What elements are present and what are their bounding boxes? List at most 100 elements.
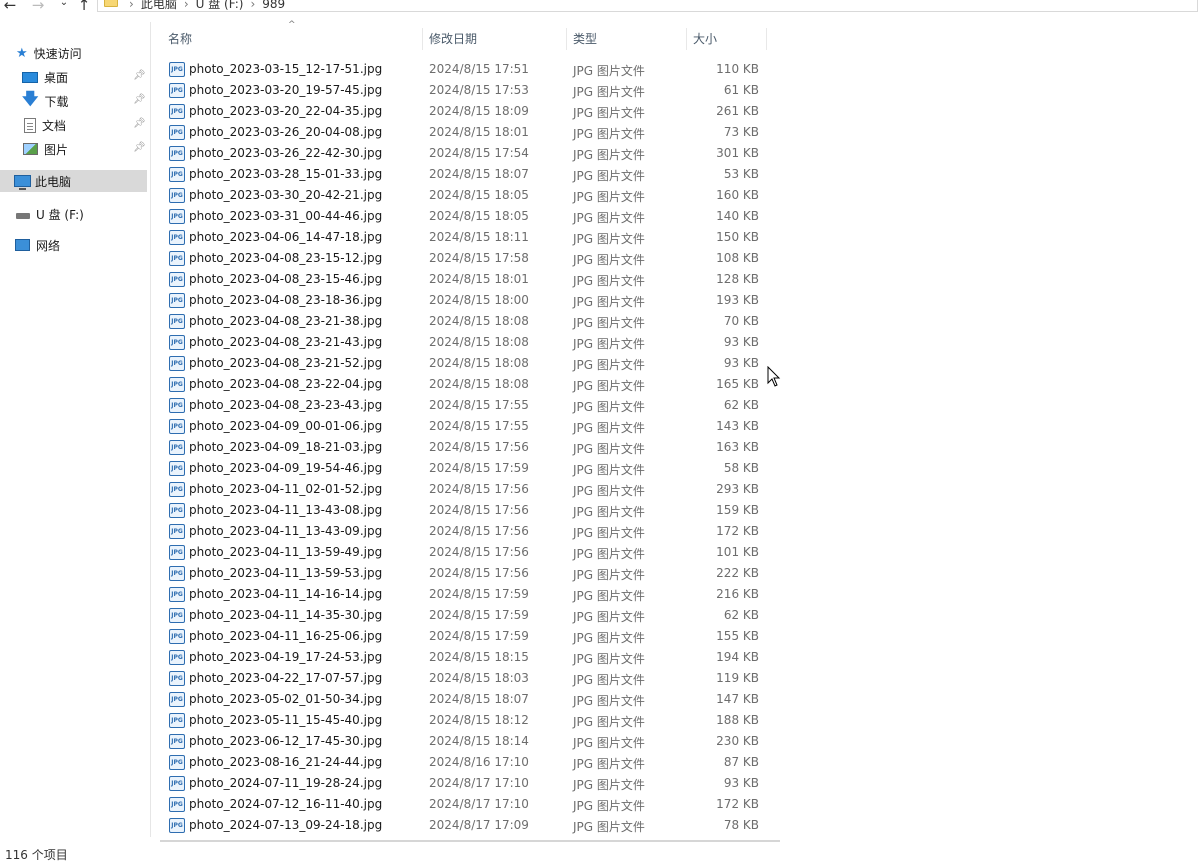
file-size-cell: 110 KB	[716, 62, 759, 76]
file-size-cell: 58 KB	[723, 461, 759, 475]
column-divider[interactable]	[422, 28, 423, 50]
jpg-file-icon: JPG	[169, 566, 185, 581]
modified-date-cell: 2024/8/15 18:11	[429, 230, 529, 244]
table-row[interactable]: JPG photo_2023-03-20_22-04-35.jpg 2024/8/1…	[0, 101, 1198, 122]
column-header-date[interactable]: 修改日期	[429, 30, 565, 50]
table-row[interactable]: JPG photo_2023-04-06_14-47-18.jpg 2024/8/1…	[0, 227, 1198, 248]
table-row[interactable]: JPG photo_2023-03-15_12-17-51.jpg 2024/8/1…	[0, 59, 1198, 80]
table-row[interactable]: JPG photo_2023-04-11_14-16-14.jpg 2024/8/1…	[0, 584, 1198, 605]
table-row[interactable]: JPG photo_2023-03-20_19-57-45.jpg 2024/8/1…	[0, 80, 1198, 101]
table-row[interactable]: JPG photo_2023-04-09_18-21-03.jpg 2024/8/1…	[0, 437, 1198, 458]
file-size-cell: 230 KB	[716, 734, 759, 748]
jpg-file-icon: JPG	[169, 440, 185, 455]
jpg-file-icon: JPG	[169, 125, 185, 140]
jpg-file-icon: JPG	[169, 272, 185, 287]
modified-date-cell: 2024/8/16 17:10	[429, 755, 529, 769]
table-row[interactable]: JPG photo_2023-03-26_22-42-30.jpg 2024/8/1…	[0, 143, 1198, 164]
file-name-cell: photo_2023-03-31_00-44-46.jpg	[189, 209, 383, 223]
modified-date-cell: 2024/8/15 17:56	[429, 566, 529, 580]
table-row[interactable]: JPG photo_2023-04-19_17-24-53.jpg 2024/8/1…	[0, 647, 1198, 668]
jpg-file-icon: JPG	[169, 230, 185, 245]
table-row[interactable]: JPG photo_2023-04-08_23-15-12.jpg 2024/8/1…	[0, 248, 1198, 269]
chevron-down-icon[interactable]: ⌄	[56, 0, 72, 8]
file-size-cell: 70 KB	[723, 314, 759, 328]
breadcrumb-item-this-pc[interactable]: 此电脑	[141, 0, 177, 11]
table-row[interactable]: JPG photo_2024-07-13_09-24-18.jpg 2024/8/1…	[0, 815, 1198, 836]
breadcrumb-item-folder[interactable]: 989	[262, 0, 285, 11]
table-row[interactable]: JPG photo_2023-03-26_20-04-08.jpg 2024/8/1…	[0, 122, 1198, 143]
table-row[interactable]: JPG photo_2023-04-11_13-59-53.jpg 2024/8/1…	[0, 563, 1198, 584]
file-name-cell: photo_2023-03-30_20-42-21.jpg	[189, 188, 383, 202]
modified-date-cell: 2024/8/15 17:59	[429, 461, 529, 475]
file-size-cell: 143 KB	[716, 419, 759, 433]
table-row[interactable]: JPG photo_2023-05-11_15-45-40.jpg 2024/8/1…	[0, 710, 1198, 731]
table-row[interactable]: JPG photo_2023-04-08_23-23-43.jpg 2024/8/1…	[0, 395, 1198, 416]
file-type-cell: JPG 图片文件	[573, 106, 645, 120]
jpg-file-icon: JPG	[169, 545, 185, 560]
jpg-file-icon: JPG	[169, 713, 185, 728]
modified-date-cell: 2024/8/17 17:10	[429, 776, 529, 790]
jpg-file-icon: JPG	[169, 188, 185, 203]
breadcrumb-item-usb-drive[interactable]: U 盘 (F:)	[196, 0, 244, 11]
table-row[interactable]: JPG photo_2023-04-08_23-18-36.jpg 2024/8/1…	[0, 290, 1198, 311]
table-row[interactable]: JPG photo_2023-03-28_15-01-33.jpg 2024/8/1…	[0, 164, 1198, 185]
modified-date-cell: 2024/8/17 17:10	[429, 797, 529, 811]
file-size-cell: 128 KB	[716, 272, 759, 286]
file-name-cell: photo_2023-04-11_13-59-49.jpg	[189, 545, 383, 559]
table-row[interactable]: JPG photo_2024-07-12_16-11-40.jpg 2024/8/1…	[0, 794, 1198, 815]
column-divider[interactable]	[766, 28, 767, 50]
file-type-cell: JPG 图片文件	[573, 358, 645, 372]
jpg-file-icon: JPG	[169, 671, 185, 686]
file-list: JPG photo_2023-03-15_12-17-51.jpg 2024/8/1…	[0, 59, 1198, 837]
file-name-cell: photo_2023-03-15_12-17-51.jpg	[189, 62, 383, 76]
jpg-file-icon: JPG	[169, 482, 185, 497]
table-row[interactable]: JPG photo_2024-07-11_19-28-24.jpg 2024/8/1…	[0, 773, 1198, 794]
table-row[interactable]: JPG photo_2023-04-08_23-21-52.jpg 2024/8/1…	[0, 353, 1198, 374]
table-row[interactable]: JPG photo_2023-03-31_00-44-46.jpg 2024/8/1…	[0, 206, 1198, 227]
file-name-cell: photo_2023-03-20_22-04-35.jpg	[189, 104, 383, 118]
column-header-name[interactable]: 名称	[168, 30, 422, 50]
table-row[interactable]: JPG photo_2023-04-11_13-59-49.jpg 2024/8/1…	[0, 542, 1198, 563]
column-header-size[interactable]: 大小	[693, 30, 766, 50]
column-divider[interactable]	[566, 28, 567, 50]
jpg-file-icon: JPG	[169, 755, 185, 770]
table-row[interactable]: JPG photo_2023-05-02_01-50-34.jpg 2024/8/1…	[0, 689, 1198, 710]
file-type-cell: JPG 图片文件	[573, 715, 645, 729]
table-row[interactable]: JPG photo_2023-04-09_19-54-46.jpg 2024/8/1…	[0, 458, 1198, 479]
table-row[interactable]: JPG photo_2023-03-30_20-42-21.jpg 2024/8/1…	[0, 185, 1198, 206]
table-row[interactable]: JPG photo_2023-04-08_23-22-04.jpg 2024/8/1…	[0, 374, 1198, 395]
jpg-file-icon: JPG	[169, 419, 185, 434]
file-size-cell: 150 KB	[716, 230, 759, 244]
arrow-left-icon[interactable]: ←	[2, 0, 18, 14]
modified-date-cell: 2024/8/15 18:01	[429, 272, 529, 286]
table-row[interactable]: JPG photo_2023-04-11_14-35-30.jpg 2024/8/1…	[0, 605, 1198, 626]
modified-date-cell: 2024/8/15 18:15	[429, 650, 529, 664]
folder-icon	[104, 0, 118, 7]
file-type-cell: JPG 图片文件	[573, 778, 645, 792]
table-row[interactable]: JPG photo_2023-04-08_23-15-46.jpg 2024/8/1…	[0, 269, 1198, 290]
table-row[interactable]: JPG photo_2023-04-08_23-21-38.jpg 2024/8/1…	[0, 311, 1198, 332]
table-row[interactable]: JPG photo_2023-04-11_16-25-06.jpg 2024/8/1…	[0, 626, 1198, 647]
file-name-cell: photo_2023-03-28_15-01-33.jpg	[189, 167, 383, 181]
file-type-cell: JPG 图片文件	[573, 274, 645, 288]
column-header-type[interactable]: 类型	[573, 30, 686, 50]
table-row[interactable]: JPG photo_2023-04-08_23-21-43.jpg 2024/8/1…	[0, 332, 1198, 353]
column-divider[interactable]	[686, 28, 687, 50]
arrow-right-icon[interactable]: →	[30, 0, 46, 14]
arrow-up-icon[interactable]: ↑	[76, 0, 92, 14]
table-row-partial[interactable]	[160, 839, 780, 843]
table-row[interactable]: JPG photo_2023-04-11_13-43-08.jpg 2024/8/1…	[0, 500, 1198, 521]
table-row[interactable]: JPG photo_2023-04-11_02-01-52.jpg 2024/8/1…	[0, 479, 1198, 500]
file-type-cell: JPG 图片文件	[573, 127, 645, 141]
table-row[interactable]: JPG photo_2023-06-12_17-45-30.jpg 2024/8/1…	[0, 731, 1198, 752]
table-row[interactable]: JPG photo_2023-04-22_17-07-57.jpg 2024/8/1…	[0, 668, 1198, 689]
table-row[interactable]: JPG photo_2023-08-16_21-24-44.jpg 2024/8/1…	[0, 752, 1198, 773]
table-row[interactable]: JPG photo_2023-04-11_13-43-09.jpg 2024/8/1…	[0, 521, 1198, 542]
file-size-cell: 78 KB	[723, 818, 759, 832]
jpg-file-icon: JPG	[169, 251, 185, 266]
jpg-file-icon: JPG	[169, 461, 185, 476]
modified-date-cell: 2024/8/15 18:03	[429, 671, 529, 685]
table-row[interactable]: JPG photo_2023-04-09_00-01-06.jpg 2024/8/1…	[0, 416, 1198, 437]
address-field[interactable]: › 此电脑 › U 盘 (F:) › 989	[97, 0, 1198, 12]
file-name-cell: photo_2023-04-08_23-21-43.jpg	[189, 335, 383, 349]
